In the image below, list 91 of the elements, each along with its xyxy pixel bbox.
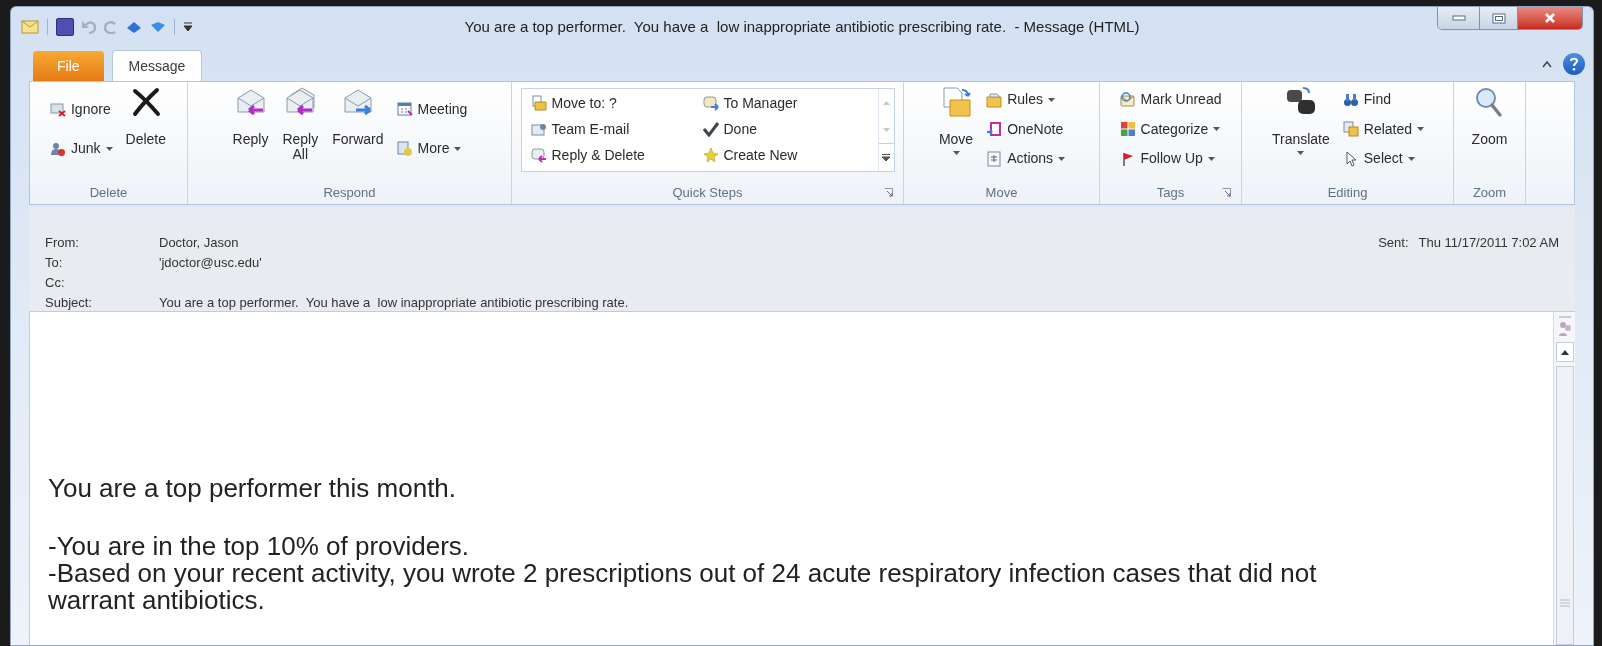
ribbon-button[interactable]: Actions bbox=[983, 146, 1069, 171]
ribbon-button[interactable]: Meeting bbox=[393, 97, 471, 122]
ribbon-button[interactable]: Rules bbox=[983, 87, 1069, 112]
dialog-launcher-button[interactable] bbox=[884, 188, 893, 197]
document-icon bbox=[396, 140, 413, 157]
folder-icon bbox=[940, 86, 973, 118]
window-title: You are a top performer. You have a low inappropriate antibiotic prescribing rate. - Message (HTML) bbox=[464, 16, 1140, 37]
question-mark-icon bbox=[1569, 57, 1579, 71]
message-text: -You are in the top 10% of providers. bbox=[48, 533, 471, 560]
field-value: You are a top performer. You have a low inappropriate antibiotic prescribing rate. bbox=[159, 294, 629, 313]
message-text: -Based on your recent activity, you wrote 2 prescriptions out of 24 acute respiratory infection cases that did not warrant antibiotics. bbox=[48, 560, 1318, 614]
documents-icon bbox=[1342, 121, 1359, 137]
group-label: Tags bbox=[1156, 184, 1185, 203]
collapse-ribbon-icon bbox=[1541, 59, 1553, 69]
quick-step-item[interactable]: Create New bbox=[699, 143, 872, 167]
ribbon-button[interactable]: Forward bbox=[326, 82, 390, 147]
quick-step-item[interactable]: Reply & Delete bbox=[527, 143, 700, 167]
ribbon-button[interactable]: Ignore bbox=[46, 97, 116, 122]
group-label: Delete bbox=[89, 184, 128, 203]
minimize-button[interactable] bbox=[1438, 7, 1480, 29]
field-label: To: bbox=[45, 254, 64, 273]
maximize-button[interactable] bbox=[1480, 7, 1518, 29]
maximize-icon bbox=[1491, 12, 1506, 24]
group-label: Quick Steps bbox=[672, 184, 743, 203]
help-button[interactable] bbox=[1563, 53, 1585, 75]
quick-step-item[interactable]: Team E-mail bbox=[527, 117, 700, 141]
close-icon bbox=[1544, 12, 1556, 24]
folder-icon bbox=[530, 95, 547, 111]
ribbon-tab[interactable]: Message bbox=[111, 50, 203, 82]
envelope-icon bbox=[21, 20, 39, 34]
ribbon-button[interactable]: More bbox=[393, 136, 471, 161]
ribbon-button[interactable]: Categorize bbox=[1116, 117, 1225, 141]
ribbon-button[interactable]: Related bbox=[1339, 117, 1428, 141]
envelopes-arrow-icon bbox=[284, 86, 317, 118]
envelope-icon bbox=[1119, 91, 1136, 108]
ribbon-button[interactable]: Reply bbox=[226, 82, 275, 147]
group-label: Move bbox=[985, 184, 1018, 203]
launcher-icon bbox=[884, 188, 893, 197]
field-label: Sent: bbox=[1378, 234, 1409, 253]
ribbon-button[interactable]: Reply All bbox=[276, 82, 325, 162]
scrollbar-thumb[interactable] bbox=[1555, 366, 1574, 645]
field-label: From: bbox=[45, 234, 80, 253]
color-squares-icon bbox=[1119, 121, 1136, 137]
quick-step-item[interactable]: To Manager bbox=[699, 91, 872, 115]
binoculars-icon bbox=[1342, 91, 1359, 108]
launcher-icon bbox=[1222, 188, 1231, 197]
ribbon-button[interactable]: Follow Up bbox=[1116, 146, 1225, 171]
message-text: You are a top performer this month. bbox=[48, 475, 458, 502]
ribbon-button[interactable]: Select bbox=[1339, 146, 1428, 171]
notebook-icon bbox=[986, 121, 1003, 137]
up-arrow-icon bbox=[126, 21, 142, 33]
group-label: Editing bbox=[1327, 184, 1368, 203]
more-caret-icon bbox=[882, 154, 890, 161]
down-arrow-icon bbox=[150, 21, 166, 33]
people-pane-icon bbox=[1556, 316, 1573, 338]
field-label: Subject: bbox=[45, 294, 93, 313]
ribbon-button[interactable]: Delete bbox=[119, 82, 172, 147]
ribbon-button[interactable]: Move bbox=[932, 82, 980, 155]
document-icon bbox=[986, 150, 1003, 167]
scroll-up-button[interactable] bbox=[1555, 342, 1574, 362]
checkmark-icon bbox=[702, 121, 719, 137]
group-label: Respond bbox=[323, 184, 376, 203]
quick-step-item[interactable]: Done bbox=[699, 117, 872, 141]
envelope-icon bbox=[530, 121, 547, 137]
field-value: 'jdoctor@usc.edu' bbox=[159, 254, 262, 273]
up-arrow-icon bbox=[882, 100, 890, 105]
envelope-icon bbox=[49, 101, 66, 118]
ribbon-button[interactable]: OneNote bbox=[983, 117, 1069, 141]
field-label: Cc: bbox=[45, 274, 66, 293]
quick-step-item[interactable]: Move to: ? bbox=[527, 91, 700, 115]
down-arrow-icon bbox=[882, 127, 890, 132]
grip-icon bbox=[1559, 599, 1570, 607]
dialog-launcher-button[interactable] bbox=[1222, 188, 1231, 197]
up-arrow-icon bbox=[1560, 349, 1569, 355]
sparkle-icon bbox=[702, 147, 719, 163]
field-value: Doctor, Jason bbox=[159, 234, 239, 253]
minimize-icon bbox=[1451, 15, 1466, 21]
ribbon-button[interactable]: Mark Unread bbox=[1116, 87, 1225, 112]
ribbon-button[interactable]: Junk bbox=[46, 136, 116, 161]
customize-caret-icon bbox=[183, 22, 193, 32]
redo-icon bbox=[104, 20, 118, 34]
person-icon bbox=[49, 140, 66, 157]
folder-icon bbox=[986, 91, 1003, 108]
field-value: Thu 11/17/2011 7:02 AM bbox=[1418, 234, 1559, 253]
ribbon-button[interactable]: Zoom bbox=[1465, 82, 1514, 147]
close-button[interactable] bbox=[1518, 7, 1582, 29]
ribbon-button[interactable]: Translate bbox=[1265, 82, 1336, 155]
group-label: Zoom bbox=[1472, 184, 1507, 203]
calendar-icon bbox=[396, 101, 413, 118]
ribbon-button[interactable]: Find bbox=[1339, 87, 1428, 112]
undo-icon bbox=[82, 20, 96, 34]
